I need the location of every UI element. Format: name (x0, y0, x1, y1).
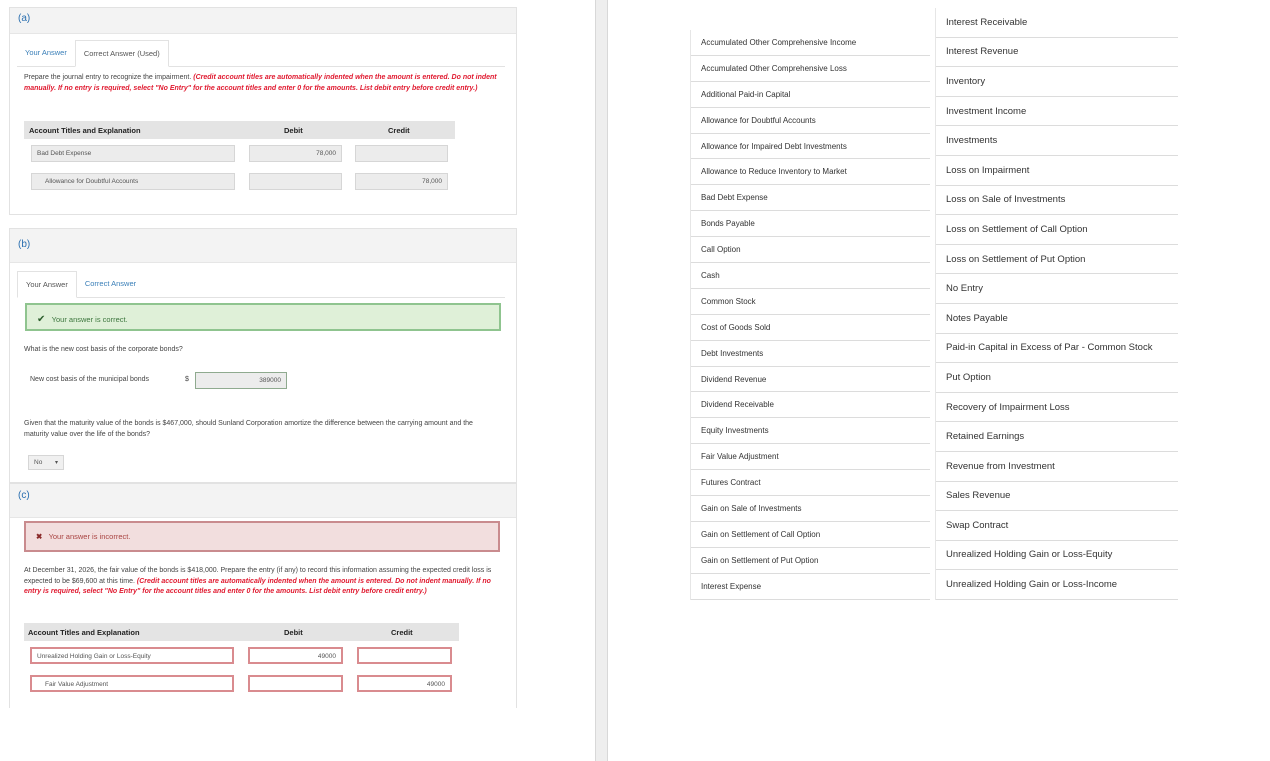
account-option[interactable]: Accumulated Other Comprehensive Income (691, 30, 930, 56)
part-a-tabs: Your Answer Correct Answer (Used) (17, 40, 505, 67)
header-credit: Credit (391, 628, 413, 637)
part-c-instructions: At December 31, 2026, the fair value of … (24, 566, 502, 598)
account-field[interactable]: Unrealized Holding Gain or Loss-Equity (30, 647, 234, 664)
part-c-label: (c) (10, 484, 516, 518)
credit-field[interactable] (355, 145, 448, 162)
select-value: No (34, 459, 43, 466)
credit-field[interactable] (357, 647, 452, 664)
question-amortize: Given that the maturity value of the bon… (24, 420, 473, 438)
account-option[interactable]: Dividend Revenue (691, 367, 930, 393)
account-option[interactable]: Bad Debt Expense (691, 185, 930, 212)
account-option[interactable]: Accumulated Other Comprehensive Loss (691, 56, 930, 82)
account-option[interactable]: Additional Paid-in Capital (691, 82, 930, 108)
account-option[interactable]: Revenue from Investment (936, 452, 1178, 482)
account-option[interactable]: Dividend Receivable (691, 392, 930, 419)
account-option[interactable]: Allowance for Impaired Debt Investments (691, 134, 930, 160)
header-debit: Debit (284, 628, 303, 637)
status-text: Your answer is incorrect. (48, 532, 131, 541)
header-account: Account Titles and Explanation (28, 628, 140, 637)
account-option[interactable]: Futures Contract (691, 470, 930, 497)
credit-field[interactable]: 78,000 (355, 173, 448, 190)
account-option[interactable]: Swap Contract (936, 511, 1178, 541)
debit-field[interactable] (249, 173, 342, 190)
header-credit: Credit (388, 126, 410, 135)
part-b-panel: (b) (9, 228, 517, 483)
checkmark-icon: ✔ (37, 314, 46, 325)
account-option[interactable]: Loss on Sale of Investments (936, 186, 1178, 216)
account-list-col2: Interest Receivable Interest Revenue Inven… (935, 8, 1178, 600)
account-option[interactable]: Allowance to Reduce Inventory to Market (691, 159, 930, 186)
account-option[interactable]: Call Option (691, 237, 930, 264)
account-option[interactable]: Unrealized Holding Gain or Loss-Equity (936, 541, 1178, 571)
account-option[interactable]: Interest Receivable (936, 8, 1178, 38)
account-option[interactable]: Debt Investments (691, 341, 930, 367)
pane-divider[interactable] (595, 0, 608, 761)
account-option[interactable]: Recovery of Impairment Loss (936, 393, 1178, 423)
tab-correct-answer-used[interactable]: Correct Answer (Used) (74, 40, 169, 67)
x-icon: ✖ (36, 532, 43, 541)
account-field[interactable]: Fair Value Adjustment (30, 675, 234, 692)
chevron-down-icon: ▾ (54, 460, 58, 466)
account-list-col1: Accumulated Other Comprehensive Income Ac… (690, 30, 930, 600)
account-option[interactable]: Loss on Settlement of Call Option (936, 215, 1178, 245)
account-option[interactable]: Loss on Settlement of Put Option (936, 245, 1178, 275)
tab-your-answer[interactable]: Your Answer (17, 40, 75, 66)
account-option[interactable]: Unrealized Holding Gain or Loss-Income (936, 570, 1178, 600)
amortize-select[interactable]: No ▾ (28, 455, 64, 470)
account-option[interactable]: Cash (691, 263, 930, 289)
account-option[interactable]: Retained Earnings (936, 422, 1178, 452)
debit-field[interactable]: 78,000 (249, 145, 342, 162)
account-option[interactable]: Investment Income (936, 97, 1178, 127)
header-debit: Debit (284, 126, 303, 135)
debit-field[interactable] (248, 675, 343, 692)
tab-correct-answer[interactable]: Correct Answer (77, 271, 144, 297)
success-message: ✔ Your answer is correct. (25, 303, 501, 331)
debit-field[interactable]: 49000 (248, 647, 343, 664)
account-option[interactable]: Investments (936, 126, 1178, 156)
tab-your-answer[interactable]: Your Answer (17, 271, 77, 298)
account-field[interactable]: Bad Debt Expense (31, 145, 235, 162)
part-b-tabs: Your Answer Correct Answer (17, 271, 505, 298)
account-option[interactable]: Common Stock (691, 289, 930, 315)
cost-basis-input[interactable]: 389000 (195, 372, 287, 389)
account-option[interactable]: Sales Revenue (936, 482, 1178, 512)
account-field[interactable]: Allowance for Doubtful Accounts (31, 173, 235, 190)
account-option[interactable]: Fair Value Adjustment (691, 444, 930, 471)
account-option[interactable]: Gain on Sale of Investments (691, 496, 930, 522)
part-b-label: (b) (10, 229, 516, 263)
account-option[interactable]: Gain on Settlement of Call Option (691, 522, 930, 548)
cost-basis-label: New cost basis of the municipal bonds (30, 376, 150, 383)
question-cost-basis: What is the new cost basis of the corpor… (24, 346, 183, 353)
account-option[interactable]: Notes Payable (936, 304, 1178, 334)
account-option[interactable]: Paid-in Capital in Excess of Par - Commo… (936, 334, 1178, 364)
account-option[interactable]: Equity Investments (691, 418, 930, 445)
part-a-label: (a) (10, 8, 516, 34)
header-account: Account Titles and Explanation (29, 126, 141, 135)
account-option[interactable]: Interest Expense (691, 574, 930, 600)
account-option[interactable]: Cost of Goods Sold (691, 315, 930, 341)
account-option[interactable]: Gain on Settlement of Put Option (691, 548, 930, 574)
instruction-text: Prepare the journal entry to recognize t… (24, 74, 192, 81)
account-option[interactable]: Bonds Payable (691, 211, 930, 238)
account-option[interactable]: Loss on Impairment (936, 156, 1178, 186)
account-option[interactable]: Interest Revenue (936, 38, 1178, 68)
account-option[interactable]: No Entry (936, 274, 1178, 304)
part-c-table-header: Account Titles and Explanation Debit Cre… (24, 623, 459, 641)
status-text: Your answer is correct. (51, 315, 128, 324)
part-a-instructions: Prepare the journal entry to recognize t… (24, 73, 499, 94)
part-a-table-header: Account Titles and Explanation Debit Cre… (24, 121, 455, 139)
account-option[interactable]: Put Option (936, 363, 1178, 393)
account-option[interactable]: Inventory (936, 67, 1178, 97)
credit-field[interactable]: 49000 (357, 675, 452, 692)
currency-symbol: $ (185, 376, 189, 383)
error-message: ✖ Your answer is incorrect. (24, 521, 500, 552)
account-option[interactable]: Allowance for Doubtful Accounts (691, 108, 930, 134)
